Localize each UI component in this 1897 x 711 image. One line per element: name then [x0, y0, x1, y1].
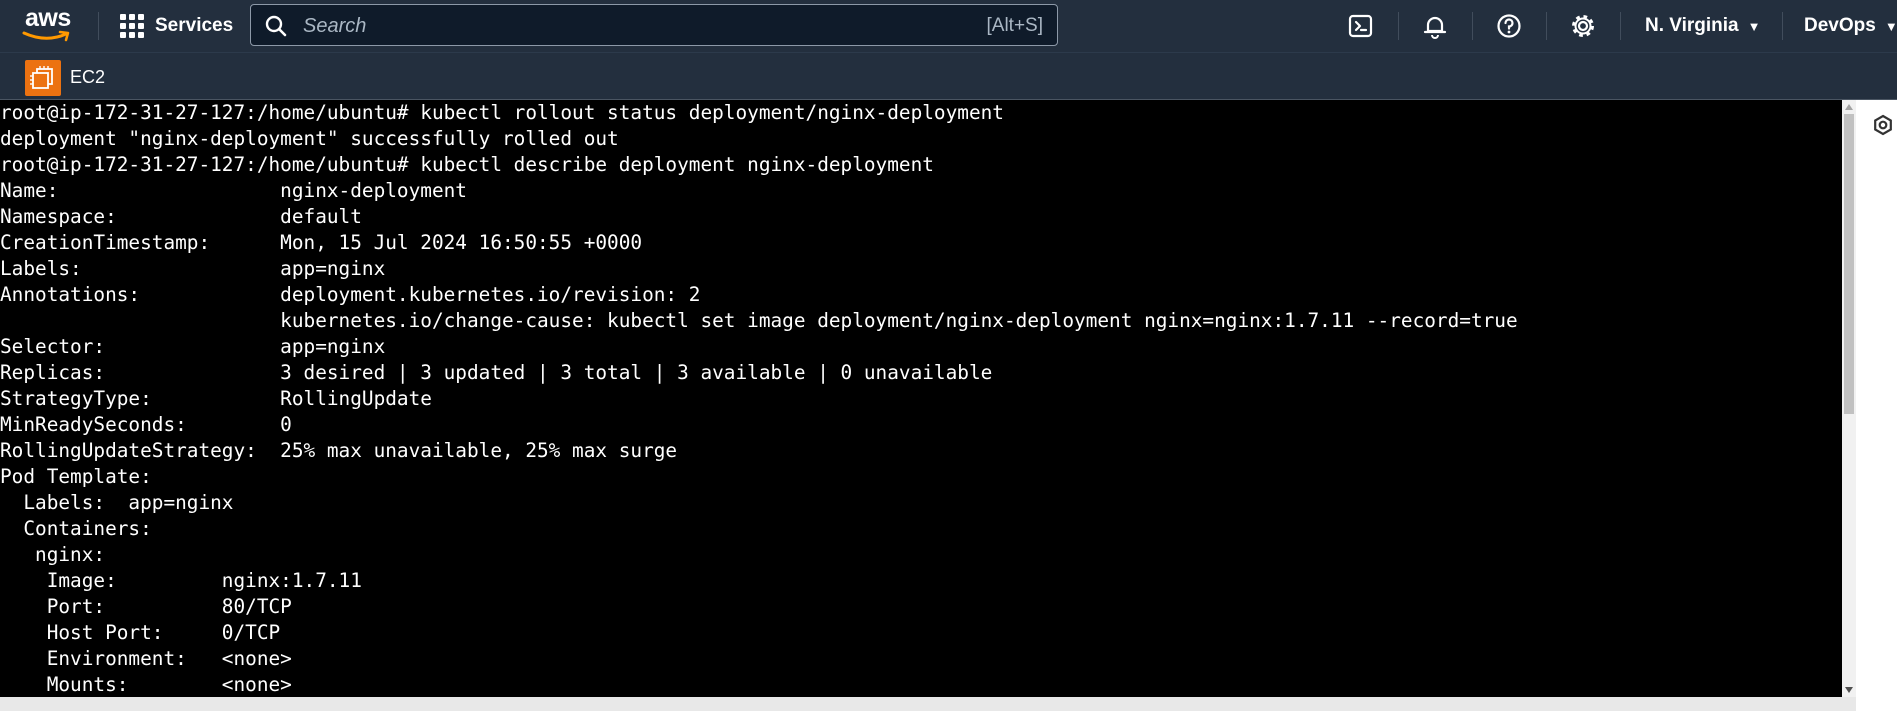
chevron-down-icon: ▼ — [1884, 18, 1897, 34]
region-label: N. Virginia — [1645, 15, 1739, 36]
region-selector[interactable]: N. Virginia ▼ — [1645, 12, 1761, 40]
services-label: Services — [155, 15, 234, 36]
terminal-line: Name: nginx-deployment — [0, 179, 467, 202]
scroll-down-arrow-icon[interactable] — [1845, 687, 1853, 693]
nav-divider — [1398, 12, 1399, 40]
terminal-line: Replicas: 3 desired | 3 updated | 3 tota… — [0, 361, 993, 384]
terminal-line: Image: nginx:1.7.11 — [0, 569, 362, 592]
account-label: DevOps — [1804, 15, 1876, 36]
panel-settings-icon[interactable] — [1872, 114, 1894, 136]
terminal-line: RollingUpdateStrategy: 25% max unavailab… — [0, 439, 678, 462]
terminal-line: Port: 80/TCP — [0, 595, 292, 618]
cloudshell-icon[interactable] — [1348, 13, 1374, 39]
terminal-line: Namespace: default — [0, 205, 362, 228]
scrollbar-thumb[interactable] — [1844, 114, 1854, 414]
terminal-line: Labels: app=nginx — [0, 257, 386, 280]
nav-divider — [1782, 12, 1783, 40]
terminal-lines: root@ip-172-31-27-127:/home/ubuntu# kube… — [0, 100, 1842, 697]
nav-divider — [1472, 12, 1473, 40]
nav-divider — [1620, 12, 1621, 40]
horizontal-scrollbar[interactable] — [0, 697, 1856, 711]
account-menu[interactable]: DevOps ▼ — [1804, 12, 1897, 40]
terminal-line: Annotations: deployment.kubernetes.io/re… — [0, 283, 701, 306]
aws-logo-text: aws — [25, 4, 71, 32]
terminal-line: Mounts: <none> — [0, 673, 292, 696]
ec2-service-link[interactable]: EC2 — [70, 67, 105, 88]
terminal-line: Containers: — [0, 517, 152, 540]
terminal-line: Selector: app=nginx — [0, 335, 386, 358]
terminal-line: root@ip-172-31-27-127:/home/ubuntu# kube… — [0, 101, 1004, 124]
terminal-line: Labels: app=nginx — [0, 491, 234, 514]
terminal-line: MinReadySeconds: 0 — [0, 413, 292, 436]
terminal-line: Environment: <none> — [0, 647, 292, 670]
terminal-line: deployment "nginx-deployment" successful… — [0, 127, 619, 150]
service-breadcrumb-bar: EC2 — [0, 52, 1897, 100]
aws-logo[interactable]: aws — [22, 4, 74, 44]
nav-divider — [1546, 12, 1547, 40]
search-placeholder: Search — [303, 15, 367, 37]
nav-divider — [98, 12, 99, 40]
right-side-panel — [1856, 100, 1897, 711]
terminal-line: nginx: — [0, 543, 106, 566]
terminal-line: CreationTimestamp: Mon, 15 Jul 2024 16:5… — [0, 231, 643, 254]
terminal-line: kubernetes.io/change-cause: kubectl set … — [0, 309, 1518, 332]
terminal-line: StrategyType: RollingUpdate — [0, 387, 432, 410]
services-grid-icon — [120, 14, 144, 38]
terminal-line: Pod Template: — [0, 465, 152, 488]
scroll-up-arrow-icon[interactable] — [1845, 104, 1853, 110]
notifications-icon[interactable] — [1422, 13, 1448, 39]
help-icon[interactable] — [1496, 13, 1522, 39]
search-input[interactable]: Search [Alt+S] — [250, 4, 1058, 46]
ec2-service-icon[interactable] — [25, 60, 61, 96]
aws-top-nav: aws Services Search [Alt+S] N. Virginia … — [0, 0, 1897, 52]
terminal-scrollbar[interactable] — [1842, 100, 1856, 697]
settings-gear-icon[interactable] — [1570, 13, 1596, 39]
chevron-down-icon: ▼ — [1747, 18, 1761, 34]
search-shortcut-hint: [Alt+S] — [986, 15, 1044, 36]
search-icon — [265, 15, 287, 37]
services-menu-button[interactable]: Services — [120, 12, 233, 40]
terminal-line: Host Port: 0/TCP — [0, 621, 281, 644]
terminal-output[interactable]: root@ip-172-31-27-127:/home/ubuntu# kube… — [0, 100, 1842, 697]
terminal-line: root@ip-172-31-27-127:/home/ubuntu# kube… — [0, 153, 934, 176]
aws-smile-icon — [22, 30, 70, 42]
